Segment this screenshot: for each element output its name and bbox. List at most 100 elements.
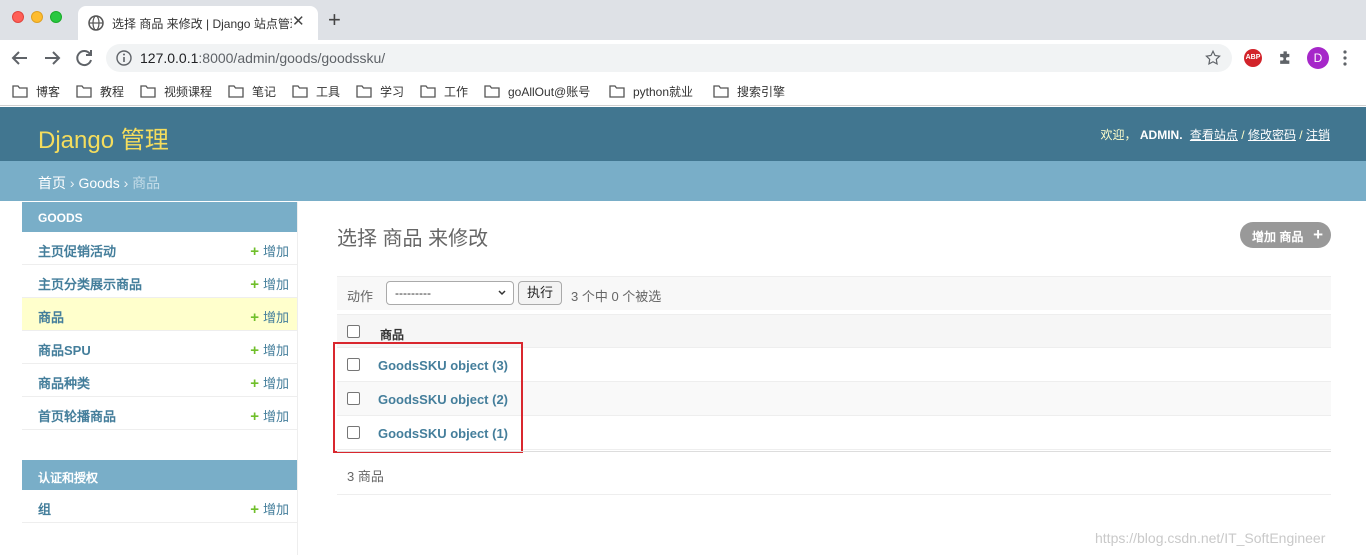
model-link[interactable]: 商品SPU xyxy=(38,340,91,359)
add-link[interactable]: + 增加 xyxy=(250,499,289,518)
bookmarks-bar: 博客 教程 视频课程 笔记 工具 学习 工作 goAllOut@账号 pytho… xyxy=(0,76,1366,106)
select-all-checkbox[interactable] xyxy=(347,325,360,338)
bookmark-star-icon[interactable] xyxy=(1204,49,1222,67)
module-caption[interactable]: 认证和授权 xyxy=(22,460,297,490)
add-label: 增加 xyxy=(262,310,289,325)
bookmark-folder[interactable]: 笔记 xyxy=(228,80,276,102)
add-link[interactable]: + 增加 xyxy=(250,406,289,425)
info-icon[interactable] xyxy=(116,50,132,66)
bookmark-label: 教程 xyxy=(100,84,125,99)
address-bar[interactable]: 127.0.0.1:8000/admin/goods/goodssku/ xyxy=(106,44,1232,72)
add-label: 增加 xyxy=(262,502,289,517)
profile-avatar[interactable]: D xyxy=(1307,47,1329,69)
url-path: :8000/admin/goods/goodssku/ xyxy=(198,50,386,66)
breadcrumb-current: 商品 xyxy=(132,175,161,191)
add-label: 增加 xyxy=(262,376,289,391)
reload-icon[interactable] xyxy=(72,46,96,70)
view-site-link[interactable]: 查看站点 xyxy=(1190,128,1238,142)
url-host: 127.0.0.1 xyxy=(140,50,199,66)
folder-icon xyxy=(609,85,625,98)
plus-icon: + xyxy=(1313,225,1323,244)
model-link[interactable]: 商品种类 xyxy=(38,373,90,392)
model-link[interactable]: 商品 xyxy=(38,307,64,326)
browser-tab-bar: 选择 商品 来修改 | Django 站点管理员 ✕ + xyxy=(0,0,1366,40)
sidebar-item: 主页分类展示商品 + 增加 xyxy=(22,265,297,298)
model-link[interactable]: 首页轮播商品 xyxy=(38,406,116,425)
plus-icon: + xyxy=(250,342,259,359)
folder-icon xyxy=(76,85,92,98)
bookmark-folder[interactable]: 搜索引擎 xyxy=(713,80,785,102)
add-link[interactable]: + 增加 xyxy=(250,274,289,293)
welcome-text: 欢迎， xyxy=(1100,128,1137,142)
back-arrow-icon[interactable] xyxy=(8,46,32,70)
bookmark-folder[interactable]: 博客 xyxy=(12,80,60,102)
bookmark-folder[interactable]: 视频课程 xyxy=(140,80,212,102)
model-link[interactable]: 主页促销活动 xyxy=(38,241,116,260)
column-header[interactable]: 商品 xyxy=(380,326,404,343)
action-select[interactable]: --------- xyxy=(386,281,514,305)
plus-icon: + xyxy=(250,408,259,425)
add-link[interactable]: + 增加 xyxy=(250,307,289,326)
plus-icon: + xyxy=(250,276,259,293)
breadcrumb-home[interactable]: 首页 xyxy=(38,175,66,191)
change-password-link[interactable]: 修改密码 xyxy=(1248,128,1296,142)
sidebar-item: 商品SPU + 增加 xyxy=(22,331,297,364)
extensions-puzzle-icon[interactable] xyxy=(1276,48,1296,68)
sidebar-item: 主页促销活动 + 增加 xyxy=(22,232,297,265)
window-zoom-button[interactable] xyxy=(50,11,62,23)
browser-tab-active[interactable]: 选择 商品 来修改 | Django 站点管理员 ✕ xyxy=(78,6,318,40)
bookmark-label: 笔记 xyxy=(252,84,277,99)
sidebar-item-current: 商品 + 增加 xyxy=(22,298,297,331)
add-button-label: 增加 商品 xyxy=(1252,230,1304,244)
bookmark-folder[interactable]: 学习 xyxy=(356,80,404,102)
folder-icon xyxy=(228,85,244,98)
browser-toolbar: 127.0.0.1:8000/admin/goods/goodssku/ ABP… xyxy=(0,40,1366,76)
admin-header: Django 管理 欢迎， ADMIN. 查看站点 / 修改密码 / 注销 xyxy=(0,107,1366,161)
run-action-button[interactable]: 执行 xyxy=(518,281,562,305)
folder-icon xyxy=(484,85,500,98)
sidebar-item: 商品种类 + 增加 xyxy=(22,364,297,397)
logout-link[interactable]: 注销 xyxy=(1306,128,1330,142)
action-select-value: --------- xyxy=(395,286,431,300)
folder-icon xyxy=(713,85,729,98)
action-label: 动作 xyxy=(347,289,374,304)
separator: / xyxy=(1299,128,1303,142)
bookmark-label: python就业 xyxy=(633,84,694,99)
breadcrumb-separator: › xyxy=(69,175,75,191)
add-link[interactable]: + 增加 xyxy=(250,373,289,392)
add-link[interactable]: + 增加 xyxy=(250,340,289,359)
separator: / xyxy=(1241,128,1245,142)
bookmark-label: 视频课程 xyxy=(164,84,213,99)
forward-arrow-icon[interactable] xyxy=(40,46,64,70)
breadcrumb: 首页 › Goods › 商品 xyxy=(0,161,1366,201)
site-branding[interactable]: Django 管理 xyxy=(38,120,169,155)
plus-icon: + xyxy=(250,243,259,260)
add-label: 增加 xyxy=(262,277,289,292)
module-caption[interactable]: GOODS xyxy=(22,202,297,232)
model-link[interactable]: 主页分类展示商品 xyxy=(38,274,142,293)
sidebar-item: 首页轮播商品 + 增加 xyxy=(22,397,297,430)
breadcrumb-app[interactable]: Goods xyxy=(78,175,119,191)
bookmark-folder[interactable]: 工具 xyxy=(292,80,340,102)
bookmark-folder[interactable]: python就业 xyxy=(609,80,693,102)
more-menu-icon[interactable] xyxy=(1342,48,1348,68)
bookmark-label: 工作 xyxy=(444,84,469,99)
url-text[interactable]: 127.0.0.1:8000/admin/goods/goodssku/ xyxy=(140,50,385,66)
plus-icon: + xyxy=(250,501,259,518)
bookmark-folder[interactable]: 教程 xyxy=(76,80,124,102)
bookmark-folder[interactable]: goAllOut@账号 xyxy=(484,80,590,102)
model-link[interactable]: 组 xyxy=(38,499,51,518)
bookmark-folder[interactable]: 工作 xyxy=(420,80,468,102)
window-close-button[interactable] xyxy=(12,11,24,23)
add-object-button[interactable]: 增加 商品 + xyxy=(1240,222,1331,248)
folder-icon xyxy=(292,85,308,98)
tab-close-icon[interactable]: ✕ xyxy=(292,13,305,31)
breadcrumb-separator: › xyxy=(123,175,129,191)
add-link[interactable]: + 增加 xyxy=(250,241,289,260)
app-module-goods: GOODS 主页促销活动 + 增加 主页分类展示商品 + 增加 商品 + 增加 商品S… xyxy=(22,202,297,430)
adblock-extension-icon[interactable]: ABP xyxy=(1244,49,1262,67)
new-tab-button[interactable]: + xyxy=(328,8,341,32)
bookmark-label: 学习 xyxy=(380,84,405,99)
window-minimize-button[interactable] xyxy=(31,11,43,23)
nav-sidebar: GOODS 主页促销活动 + 增加 主页分类展示商品 + 增加 商品 + 增加 商品S… xyxy=(21,202,298,555)
